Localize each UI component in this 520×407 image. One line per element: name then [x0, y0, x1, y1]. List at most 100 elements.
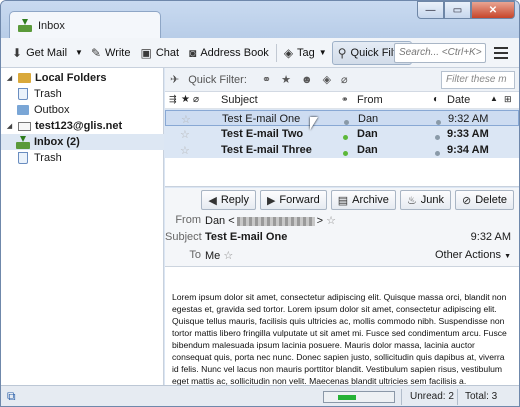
message-from: Dan — [357, 144, 378, 156]
folder-pane: ◢ Local Folders Trash Outbox ◢ test123@g… — [1, 68, 164, 385]
get-mail-dropdown[interactable]: ▼ — [72, 41, 86, 65]
message-action-bar: ◀ Reply ▶ Forward ▤ Archive ♨ Junk ⊘ Del… — [165, 188, 519, 212]
to-name: Me — [205, 250, 221, 262]
star-column-icon[interactable]: ★ — [181, 94, 190, 105]
thunderbird-window: Inbox — ▭ ✕ ⬇ Get Mail ▼ ✎ Write ▣ Chat … — [0, 0, 520, 407]
mouse-cursor-icon — [310, 117, 318, 130]
read-column-icon[interactable]: ⚭ — [341, 94, 349, 105]
trash-icon — [16, 88, 30, 100]
delete-icon: ⊘ — [461, 194, 472, 207]
message-from: Dan — [358, 113, 379, 125]
tag-icon: ◈ — [283, 45, 294, 60]
folder-label: Outbox — [34, 104, 70, 116]
subject-row: Subject Test E-mail One 9:32 AM — [165, 231, 519, 247]
progress-bar — [323, 391, 395, 403]
chat-button[interactable]: ▣ Chat — [135, 41, 184, 65]
from-value[interactable]: Dan < > ☆ — [205, 214, 336, 227]
message-from: Dan — [357, 128, 378, 140]
forward-button[interactable]: ▶ Forward — [259, 190, 327, 210]
message-list-header: ⇶ ★ ⌀ Subject ⚭ From ◐ Date ▲ ⊞ — [165, 92, 519, 109]
delete-button[interactable]: ⊘ Delete — [454, 190, 514, 210]
get-mail-button[interactable]: ⬇ Get Mail — [7, 41, 72, 65]
folder-outbox[interactable]: Outbox — [1, 102, 164, 118]
junk-column-icon[interactable]: ◐ — [433, 94, 439, 105]
column-picker-icon[interactable]: ⊞ — [504, 94, 512, 105]
folder-trash-account[interactable]: Trash — [1, 150, 164, 166]
flame-icon: ♨ — [406, 194, 417, 207]
chevron-down-icon: ▼ — [504, 253, 511, 260]
date-column-header[interactable]: Date — [447, 94, 470, 106]
quick-filter-bar: ✈ Quick Filter: ⚭ ★ ☻ ◈ ⌀ Filter these m — [165, 68, 519, 92]
hamburger-line — [494, 52, 508, 54]
unread-filter-icon[interactable]: ⚭ — [262, 73, 271, 86]
chat-label: Chat — [155, 46, 180, 59]
chat-bubble-icon: ▣ — [140, 45, 152, 60]
message-date: 9:34 AM — [447, 144, 489, 156]
message-date: 9:33 AM — [447, 128, 489, 140]
inbox-icon — [18, 19, 32, 32]
filter-icon: ⚲ — [337, 45, 347, 60]
maximize-button[interactable]: ▭ — [444, 1, 471, 19]
filter-messages-input[interactable]: Filter these m — [441, 71, 515, 89]
write-button[interactable]: ✎ Write — [86, 41, 136, 65]
folder-label: Trash — [34, 152, 62, 164]
folder-inbox[interactable]: Inbox (2) — [1, 134, 164, 150]
archive-box-icon: ▤ — [337, 194, 349, 207]
attachment-filter-icon[interactable]: ⌀ — [341, 73, 348, 86]
reply-button[interactable]: ◀ Reply — [201, 190, 256, 210]
online-status-icon[interactable]: ⧉ — [7, 389, 16, 404]
pin-icon[interactable]: ✈ — [170, 73, 179, 86]
window-controls: — ▭ ✕ — [417, 1, 515, 19]
attachment-column-icon[interactable]: ⌀ — [193, 94, 199, 105]
redacted-email — [236, 216, 315, 226]
from-name: Dan < — [205, 215, 235, 227]
tag-button[interactable]: ◈ Tag ▼ — [279, 41, 332, 65]
message-row[interactable]: ☆ Test E-mail One Dan 9:32 AM — [165, 110, 519, 126]
message-header: From Dan < > ☆ Subject Test E-mail One 9:… — [165, 212, 519, 267]
star-icon[interactable]: ☆ — [180, 128, 190, 141]
star-icon[interactable]: ☆ — [223, 250, 233, 262]
message-body: Lorem ipsum dolor sit amet, consectetur … — [165, 267, 519, 385]
subject-column-header[interactable]: Subject — [221, 94, 258, 106]
folder-account[interactable]: ◢ test123@glis.net — [1, 118, 164, 134]
folder-label: Inbox (2) — [34, 136, 80, 148]
tab-inbox[interactable]: Inbox — [9, 11, 161, 39]
folder-local-folders[interactable]: ◢ Local Folders — [1, 70, 164, 86]
search-input[interactable]: Search... <Ctrl+K> — [394, 43, 486, 63]
to-row: To Me ☆ Other Actions ▼ — [165, 249, 519, 265]
star-icon[interactable]: ☆ — [181, 113, 191, 126]
collapse-arrow-icon[interactable]: ◢ — [5, 74, 14, 82]
app-menu-button[interactable] — [493, 45, 509, 61]
junk-label: Junk — [420, 194, 444, 206]
star-icon[interactable]: ☆ — [180, 144, 190, 157]
junk-button[interactable]: ♨ Junk — [399, 190, 451, 210]
to-value[interactable]: Me ☆ — [205, 249, 233, 262]
total-count: Total: 3 — [465, 391, 498, 402]
message-time: 9:32 AM — [470, 231, 511, 243]
folder-label: Trash — [34, 88, 62, 100]
collapse-arrow-icon[interactable]: ◢ — [5, 122, 14, 130]
address-book-button[interactable]: ◙ Address Book — [184, 41, 274, 65]
progress-fill — [338, 395, 356, 400]
tag-filter-icon[interactable]: ◈ — [323, 73, 331, 86]
folder-trash-local[interactable]: Trash — [1, 86, 164, 102]
tag-label: Tag — [297, 46, 315, 59]
archive-button[interactable]: ▤ Archive — [330, 190, 396, 210]
thread-column-icon[interactable]: ⇶ — [169, 94, 177, 105]
sort-ascending-icon: ▲ — [490, 94, 498, 103]
other-actions-button[interactable]: Other Actions ▼ — [435, 249, 511, 261]
contact-filter-icon[interactable]: ☻ — [301, 74, 313, 86]
message-row[interactable]: ☆ Test E-mail Two Dan 9:33 AM — [165, 126, 519, 142]
message-row[interactable]: ☆ Test E-mail Three Dan 9:34 AM — [165, 142, 519, 158]
message-subject: Test E-mail One — [222, 113, 301, 125]
trash-icon — [16, 152, 30, 164]
from-label: From — [175, 214, 201, 226]
close-button[interactable]: ✕ — [471, 1, 515, 19]
reply-arrow-icon: ◀ — [208, 194, 217, 207]
starred-filter-icon[interactable]: ★ — [281, 73, 291, 86]
status-divider — [457, 389, 458, 405]
minimize-button[interactable]: — — [417, 1, 444, 19]
star-icon[interactable]: ☆ — [326, 215, 336, 227]
address-book-icon: ◙ — [189, 45, 197, 60]
from-column-header[interactable]: From — [357, 94, 383, 106]
